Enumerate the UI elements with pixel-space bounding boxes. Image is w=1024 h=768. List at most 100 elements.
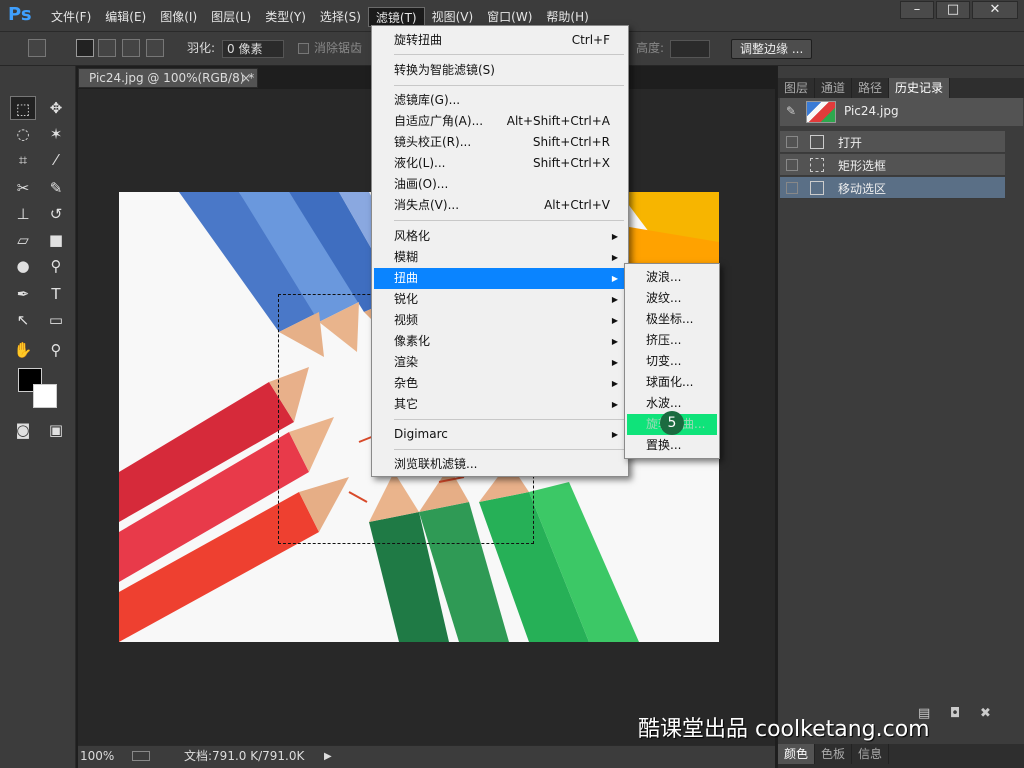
menu-item-adaptive-wide-angle[interactable]: 自适应广角(A)... Alt+Shift+Ctrl+A xyxy=(374,111,626,132)
tab-paths[interactable]: 路径 xyxy=(852,78,890,98)
gradient-tool-icon[interactable]: ■ xyxy=(43,228,69,252)
new-selection-icon[interactable] xyxy=(76,39,94,57)
refine-edge-button[interactable]: 调整边缘 ... xyxy=(731,39,813,59)
menu-item-render[interactable]: 渲染 ▶ xyxy=(374,352,626,373)
menu-item-filter-gallery[interactable]: 滤镜库(G)... xyxy=(374,90,626,111)
item-label: 其它 xyxy=(394,397,419,411)
history-item-rect-marquee[interactable]: 矩形选框 xyxy=(780,154,1005,176)
intersect-selection-icon[interactable] xyxy=(146,39,164,57)
menu-item-blur[interactable]: 模糊 ▶ xyxy=(374,247,626,268)
dodge-tool-icon[interactable]: ⚲ xyxy=(43,254,69,278)
menu-file[interactable]: 文件(F) xyxy=(44,7,98,27)
menu-item-oil-paint[interactable]: 油画(O)... xyxy=(374,174,626,195)
menu-item-sharpen[interactable]: 锐化 ▶ xyxy=(374,289,626,310)
menu-item-smart-filter[interactable]: 转换为智能滤镜(S) xyxy=(374,60,626,81)
history-item-open[interactable]: 打开 xyxy=(780,131,1005,153)
menu-view[interactable]: 视图(V) xyxy=(425,7,481,27)
marquee-preset-icon[interactable] xyxy=(28,39,46,57)
trash-icon[interactable]: ✖ xyxy=(980,706,991,721)
submenu-item-polar[interactable]: 极坐标... xyxy=(627,309,717,330)
minimize-icon[interactable]: – xyxy=(900,1,934,19)
tab-history[interactable]: 历史记录 xyxy=(889,78,951,98)
tab-layers[interactable]: 图层 xyxy=(778,78,816,98)
healing-tool-icon[interactable]: ✂ xyxy=(10,176,36,200)
snapshot-name: Pic24.jpg xyxy=(844,104,899,118)
rect-marquee-tool-icon[interactable]: ⬚ xyxy=(10,96,36,120)
menu-item-liquify[interactable]: 液化(L)... Shift+Ctrl+X xyxy=(374,153,626,174)
subtract-selection-icon[interactable] xyxy=(122,39,140,57)
document-tab[interactable]: Pic24.jpg @ 100%(RGB/8) * × xyxy=(78,68,258,88)
history-checkbox[interactable] xyxy=(786,182,798,194)
submenu-item-spherize[interactable]: 球面化... xyxy=(627,372,717,393)
blur-tool-icon[interactable]: ● xyxy=(10,254,36,278)
tab-info[interactable]: 信息 xyxy=(852,744,890,764)
menu-item-lens-correction[interactable]: 镜头校正(R)... Shift+Ctrl+R xyxy=(374,132,626,153)
zoom-tool-icon[interactable]: ⚲ xyxy=(43,338,69,362)
menu-item-browse-online[interactable]: 浏览联机滤镜... xyxy=(374,454,626,475)
menu-select[interactable]: 选择(S) xyxy=(313,7,368,27)
menu-item-distort[interactable]: 扭曲 ▶ xyxy=(374,268,626,289)
history-label: 矩形选框 xyxy=(838,159,887,173)
path-select-tool-icon[interactable]: ↖ xyxy=(10,308,36,332)
close-icon[interactable]: ✕ xyxy=(972,1,1018,19)
submenu-item-displace[interactable]: 置换... xyxy=(627,435,717,456)
menu-item-stylize[interactable]: 风格化 ▶ xyxy=(374,226,626,247)
menu-item-twirl-last[interactable]: 旋转扭曲 Ctrl+F xyxy=(374,30,626,51)
stamp-tool-icon[interactable]: ⊥ xyxy=(10,202,36,226)
shape-tool-icon[interactable]: ▭ xyxy=(43,308,69,332)
history-item-move-selection[interactable]: 移动选区 xyxy=(780,177,1005,199)
menu-item-video[interactable]: 视频 ▶ xyxy=(374,310,626,331)
menu-edit[interactable]: 编辑(E) xyxy=(98,7,153,27)
lasso-tool-icon[interactable]: ◌ xyxy=(10,122,36,146)
height-input[interactable] xyxy=(670,40,710,58)
pen-tool-icon[interactable]: ✒ xyxy=(10,282,36,306)
camera-icon[interactable]: ◘ xyxy=(950,706,960,721)
menu-layer[interactable]: 图层(L) xyxy=(204,7,258,27)
history-snapshot[interactable]: ✎ Pic24.jpg xyxy=(780,98,1023,126)
close-document-icon[interactable]: × xyxy=(241,69,251,87)
move-tool-icon[interactable]: ✥ xyxy=(43,96,69,120)
tab-swatches[interactable]: 色板 xyxy=(815,744,853,764)
antialias-checkbox[interactable] xyxy=(298,43,309,54)
history-checkbox[interactable] xyxy=(786,136,798,148)
maximize-icon[interactable]: □ xyxy=(936,1,970,19)
menu-window[interactable]: 窗口(W) xyxy=(480,7,539,27)
submenu-arrow-icon: ▶ xyxy=(611,232,618,241)
menu-item-digimarc[interactable]: Digimarc ▶ xyxy=(374,424,626,445)
zoom-level[interactable]: 100% xyxy=(80,746,114,767)
menu-help[interactable]: 帮助(H) xyxy=(539,7,595,27)
eraser-tool-icon[interactable]: ▱ xyxy=(10,228,36,252)
status-arrow-icon[interactable]: ▶ xyxy=(324,746,332,767)
history-brush-source-icon[interactable]: ✎ xyxy=(786,104,796,118)
item-label: 像素化 xyxy=(394,334,431,348)
menu-filter[interactable]: 滤镜(T) xyxy=(367,7,425,27)
menu-item-pixelate[interactable]: 像素化 ▶ xyxy=(374,331,626,352)
menu-item-other[interactable]: 其它 ▶ xyxy=(374,394,626,415)
screen-mode-icon[interactable]: ▣ xyxy=(43,418,69,442)
menu-image[interactable]: 图像(I) xyxy=(153,7,204,27)
submenu-item-shear[interactable]: 切变... xyxy=(627,351,717,372)
background-color-swatch[interactable] xyxy=(33,384,57,408)
submenu-item-pinch[interactable]: 挤压... xyxy=(627,330,717,351)
tab-channels[interactable]: 通道 xyxy=(815,78,853,98)
add-selection-icon[interactable] xyxy=(98,39,116,57)
crop-tool-icon[interactable]: ⌗ xyxy=(10,148,36,172)
quick-mask-icon[interactable]: ◙ xyxy=(10,418,36,442)
history-checkbox[interactable] xyxy=(786,159,798,171)
item-label: 消失点(V)... xyxy=(394,198,460,212)
type-tool-icon[interactable]: T xyxy=(43,282,69,306)
right-panel: 图层 通道 路径 历史记录 ✎ Pic24.jpg 打开 矩形选框 移动选区 ▤… xyxy=(777,66,1024,768)
tab-color[interactable]: 颜色 xyxy=(778,744,816,764)
submenu-item-ripple[interactable]: 波纹... xyxy=(627,288,717,309)
submenu-item-wave[interactable]: 波浪... xyxy=(627,267,717,288)
document-title: Pic24.jpg @ 100%(RGB/8) * xyxy=(89,71,255,85)
eyedropper-tool-icon[interactable]: ⁄ xyxy=(43,148,69,172)
menu-item-noise[interactable]: 杂色 ▶ xyxy=(374,373,626,394)
history-brush-tool-icon[interactable]: ↺ xyxy=(43,202,69,226)
magic-wand-tool-icon[interactable]: ✶ xyxy=(43,122,69,146)
hand-tool-icon[interactable]: ✋ xyxy=(10,338,36,362)
feather-input[interactable]: 0 像素 xyxy=(222,40,284,58)
brush-tool-icon[interactable]: ✎ xyxy=(43,176,69,200)
menu-item-vanishing-point[interactable]: 消失点(V)... Alt+Ctrl+V xyxy=(374,195,626,216)
menu-type[interactable]: 类型(Y) xyxy=(258,7,313,27)
